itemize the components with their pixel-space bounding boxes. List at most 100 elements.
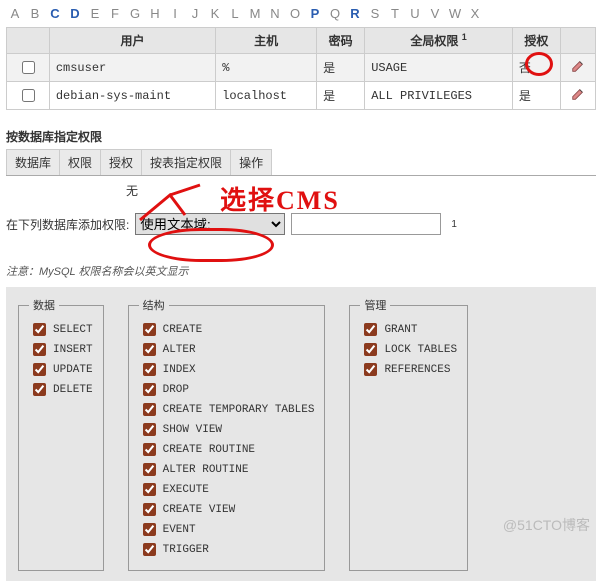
priv-item: EVENT [139,520,315,539]
priv-data: 数据 SELECTINSERTUPDATEDELETE [18,297,104,571]
priv-label: EXECUTE [163,484,209,496]
table-row: debian-sys-maintlocalhost是ALL PRIVILEGES… [7,82,596,110]
tab-数据库[interactable]: 数据库 [6,149,60,175]
tab-按表指定权限[interactable]: 按表指定权限 [141,149,231,175]
priv-checkbox[interactable] [364,343,377,356]
alpha-N[interactable]: N [266,6,284,21]
alpha-W[interactable]: W [446,6,464,21]
priv-checkbox[interactable] [143,363,156,376]
priv-label: GRANT [384,324,417,336]
table-header-row: 用户 主机 密码 全局权限 1 授权 [7,28,596,54]
priv-item: DELETE [29,380,93,399]
priv-item: ALTER ROUTINE [139,460,315,479]
alpha-Q[interactable]: Q [326,6,344,21]
alpha-J[interactable]: J [186,6,204,21]
alpha-H[interactable]: H [146,6,164,21]
priv-label: CREATE [163,324,203,336]
priv-checkbox[interactable] [143,483,156,496]
priv-checkbox[interactable] [143,383,156,396]
alpha-L[interactable]: L [226,6,244,21]
priv-label: INSERT [53,344,93,356]
priv-checkbox[interactable] [143,443,156,456]
tab-操作[interactable]: 操作 [230,149,272,175]
priv-checkbox[interactable] [33,343,46,356]
db-text-input[interactable] [291,213,441,235]
row-checkbox[interactable] [22,61,35,74]
alpha-E[interactable]: E [86,6,104,21]
priv-checkbox[interactable] [143,463,156,476]
alpha-U[interactable]: U [406,6,424,21]
cell-priv: ALL PRIVILEGES [365,82,513,110]
priv-item: CREATE TEMPORARY TABLES [139,400,315,419]
alpha-G[interactable]: G [126,6,144,21]
priv-checkbox[interactable] [143,503,156,516]
priv-checkbox[interactable] [143,323,156,336]
cell-priv: USAGE [365,54,513,82]
alpha-F[interactable]: F [106,6,124,21]
cell-user: cmsuser [49,54,215,82]
priv-item: INDEX [139,360,315,379]
add-db-priv-row: 在下列数据库添加权限: 使用文本域: 1 [6,213,596,235]
priv-admin: 管理 GRANT LOCK TABLES REFERENCES [349,297,468,571]
priv-checkbox[interactable] [33,363,46,376]
alpha-O[interactable]: O [286,6,304,21]
alpha-M[interactable]: M [246,6,264,21]
alpha-R[interactable]: R [346,6,364,21]
col-global: 全局权限 1 [365,28,513,54]
priv-item: LOCK TABLES [360,340,457,359]
cell-host: localhost [216,82,317,110]
db-priv-title: 按数据库指定权限 [6,128,596,145]
edit-icon[interactable] [571,62,585,76]
priv-checkbox[interactable] [33,383,46,396]
priv-item: INSERT [29,340,93,359]
priv-checkbox[interactable] [364,363,377,376]
alpha-B[interactable]: B [26,6,44,21]
priv-checkbox[interactable] [143,403,156,416]
edit-icon[interactable] [571,90,585,104]
priv-label: SELECT [53,324,93,336]
db-footnote: 1 [451,219,457,230]
alpha-I[interactable]: I [166,6,184,21]
row-checkbox[interactable] [22,89,35,102]
col-checkbox [7,28,50,54]
priv-checkbox[interactable] [143,343,156,356]
priv-checkbox[interactable] [143,523,156,536]
priv-label: ALTER ROUTINE [163,464,249,476]
priv-label: EVENT [163,524,196,536]
priv-checkbox[interactable] [364,323,377,336]
priv-label: DROP [163,384,189,396]
cell-pass: 是 [317,82,365,110]
alpha-T[interactable]: T [386,6,404,21]
priv-label: LOCK TABLES [384,344,457,356]
tab-授权[interactable]: 授权 [100,149,142,175]
cell-host: % [216,54,317,82]
priv-label: CREATE VIEW [163,504,236,516]
privileges-area: 数据 SELECTINSERTUPDATEDELETE 结构 CREATEALT… [6,287,596,581]
alpha-A[interactable]: A [6,6,24,21]
priv-item: GRANT [360,320,457,339]
priv-label: TRIGGER [163,544,209,556]
alpha-S[interactable]: S [366,6,384,21]
priv-checkbox[interactable] [33,323,46,336]
alpha-C[interactable]: C [46,6,64,21]
annotation-circle-select [148,228,274,262]
priv-label: ALTER [163,344,196,356]
alpha-D[interactable]: D [66,6,84,21]
col-action [560,28,595,54]
tab-权限[interactable]: 权限 [59,149,101,175]
alpha-V[interactable]: V [426,6,444,21]
priv-admin-items: GRANT LOCK TABLES REFERENCES [360,320,457,379]
alpha-X[interactable]: X [466,6,484,21]
priv-admin-legend: 管理 [360,297,390,313]
priv-label: REFERENCES [384,364,450,376]
table-row: cmsuser%是USAGE否 [7,54,596,82]
alpha-K[interactable]: K [206,6,224,21]
db-priv-none: 无 [126,182,596,199]
priv-item: DROP [139,380,315,399]
priv-label: UPDATE [53,364,93,376]
priv-checkbox[interactable] [143,423,156,436]
priv-structure-legend: 结构 [139,297,169,313]
priv-item: UPDATE [29,360,93,379]
alpha-P[interactable]: P [306,6,324,21]
priv-label: SHOW VIEW [163,424,222,436]
